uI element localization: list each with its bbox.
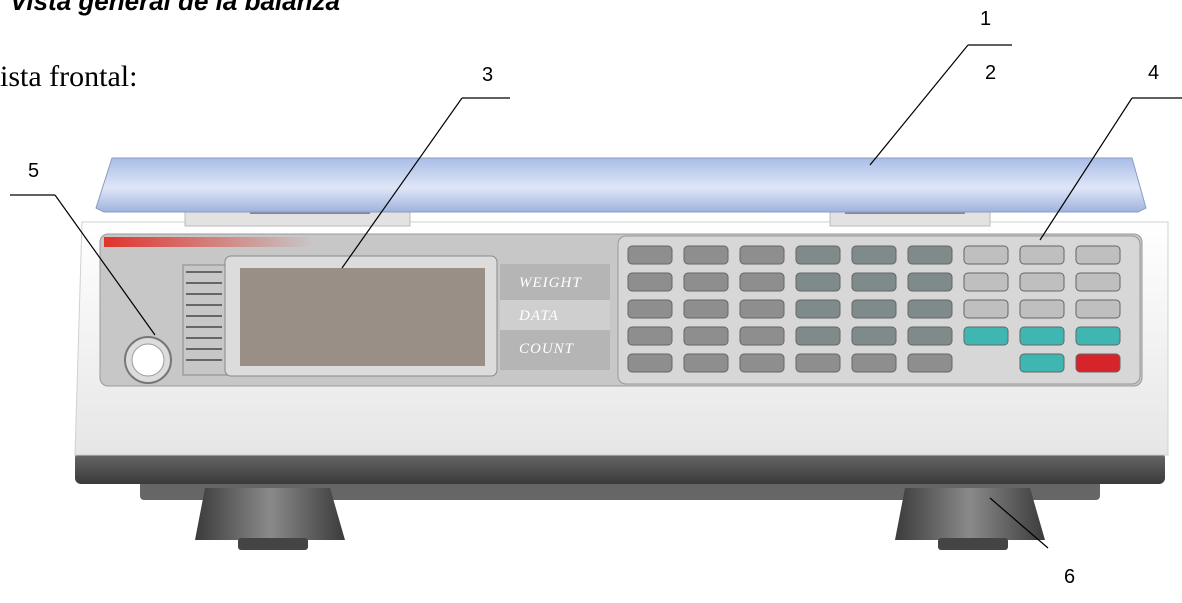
keypad-key [795, 272, 841, 292]
keypad-key [683, 299, 729, 319]
keypad-key [795, 245, 841, 265]
keypad-key [851, 245, 897, 265]
keypad-key [627, 272, 673, 292]
keypad-key [963, 299, 1009, 319]
keypad-key [963, 272, 1009, 292]
callout-5: 5 [28, 160, 40, 182]
keypad-key [907, 299, 953, 319]
keypad-key [627, 299, 673, 319]
keypad-key [1075, 326, 1121, 346]
keypad-key [739, 326, 785, 346]
callout-6: 6 [1064, 566, 1076, 588]
keypad-key [963, 326, 1009, 346]
keypad-key [739, 353, 785, 373]
keypad-key [907, 272, 953, 292]
keypad-key [795, 299, 841, 319]
keypad-key [907, 326, 953, 346]
keypad-key [851, 326, 897, 346]
keypad-key [851, 299, 897, 319]
callout-4: 4 [1148, 62, 1160, 84]
keypad-key [907, 245, 953, 265]
keypad-key [1019, 272, 1065, 292]
keypad-key [851, 353, 897, 373]
keypad-key [1019, 245, 1065, 265]
keypad-key [1019, 299, 1065, 319]
label-count: COUNT [519, 341, 575, 357]
keypad-key [627, 353, 673, 373]
keypad-key [1019, 353, 1065, 373]
label-data: DATA [518, 308, 559, 324]
keypad-key [683, 245, 729, 265]
keypad-key [627, 326, 673, 346]
keypad-key [1075, 245, 1121, 265]
keypad-key [627, 245, 673, 265]
keypad-key [1075, 299, 1121, 319]
keypad-key [795, 326, 841, 346]
keypad-key [683, 353, 729, 373]
scale-feet [140, 478, 1100, 550]
keypad-key [739, 245, 785, 265]
keypad-key [683, 326, 729, 346]
keypad-key [683, 272, 729, 292]
callout-2: 2 [985, 62, 997, 84]
keypad-key [795, 353, 841, 373]
keypad-key [851, 272, 897, 292]
keypad-key [1075, 272, 1121, 292]
scale-base [75, 452, 1165, 484]
callout-3: 3 [482, 64, 494, 86]
scale-front-view-diagram: WEIGHT DATA COUNT [10, 44, 1182, 550]
lcd-display [240, 268, 485, 366]
label-weight: WEIGHT [519, 275, 582, 291]
keypad-key [963, 245, 1009, 265]
weighing-platter [95, 157, 1147, 213]
keypad-key [907, 353, 953, 373]
keypad-key [739, 272, 785, 292]
callout-1: 1 [980, 8, 992, 30]
status-indicator-strip [182, 264, 229, 376]
keypad-key [1075, 353, 1121, 373]
keypad-key [739, 299, 785, 319]
keypad-key [1019, 326, 1065, 346]
leader-1-2 [869, 44, 969, 166]
